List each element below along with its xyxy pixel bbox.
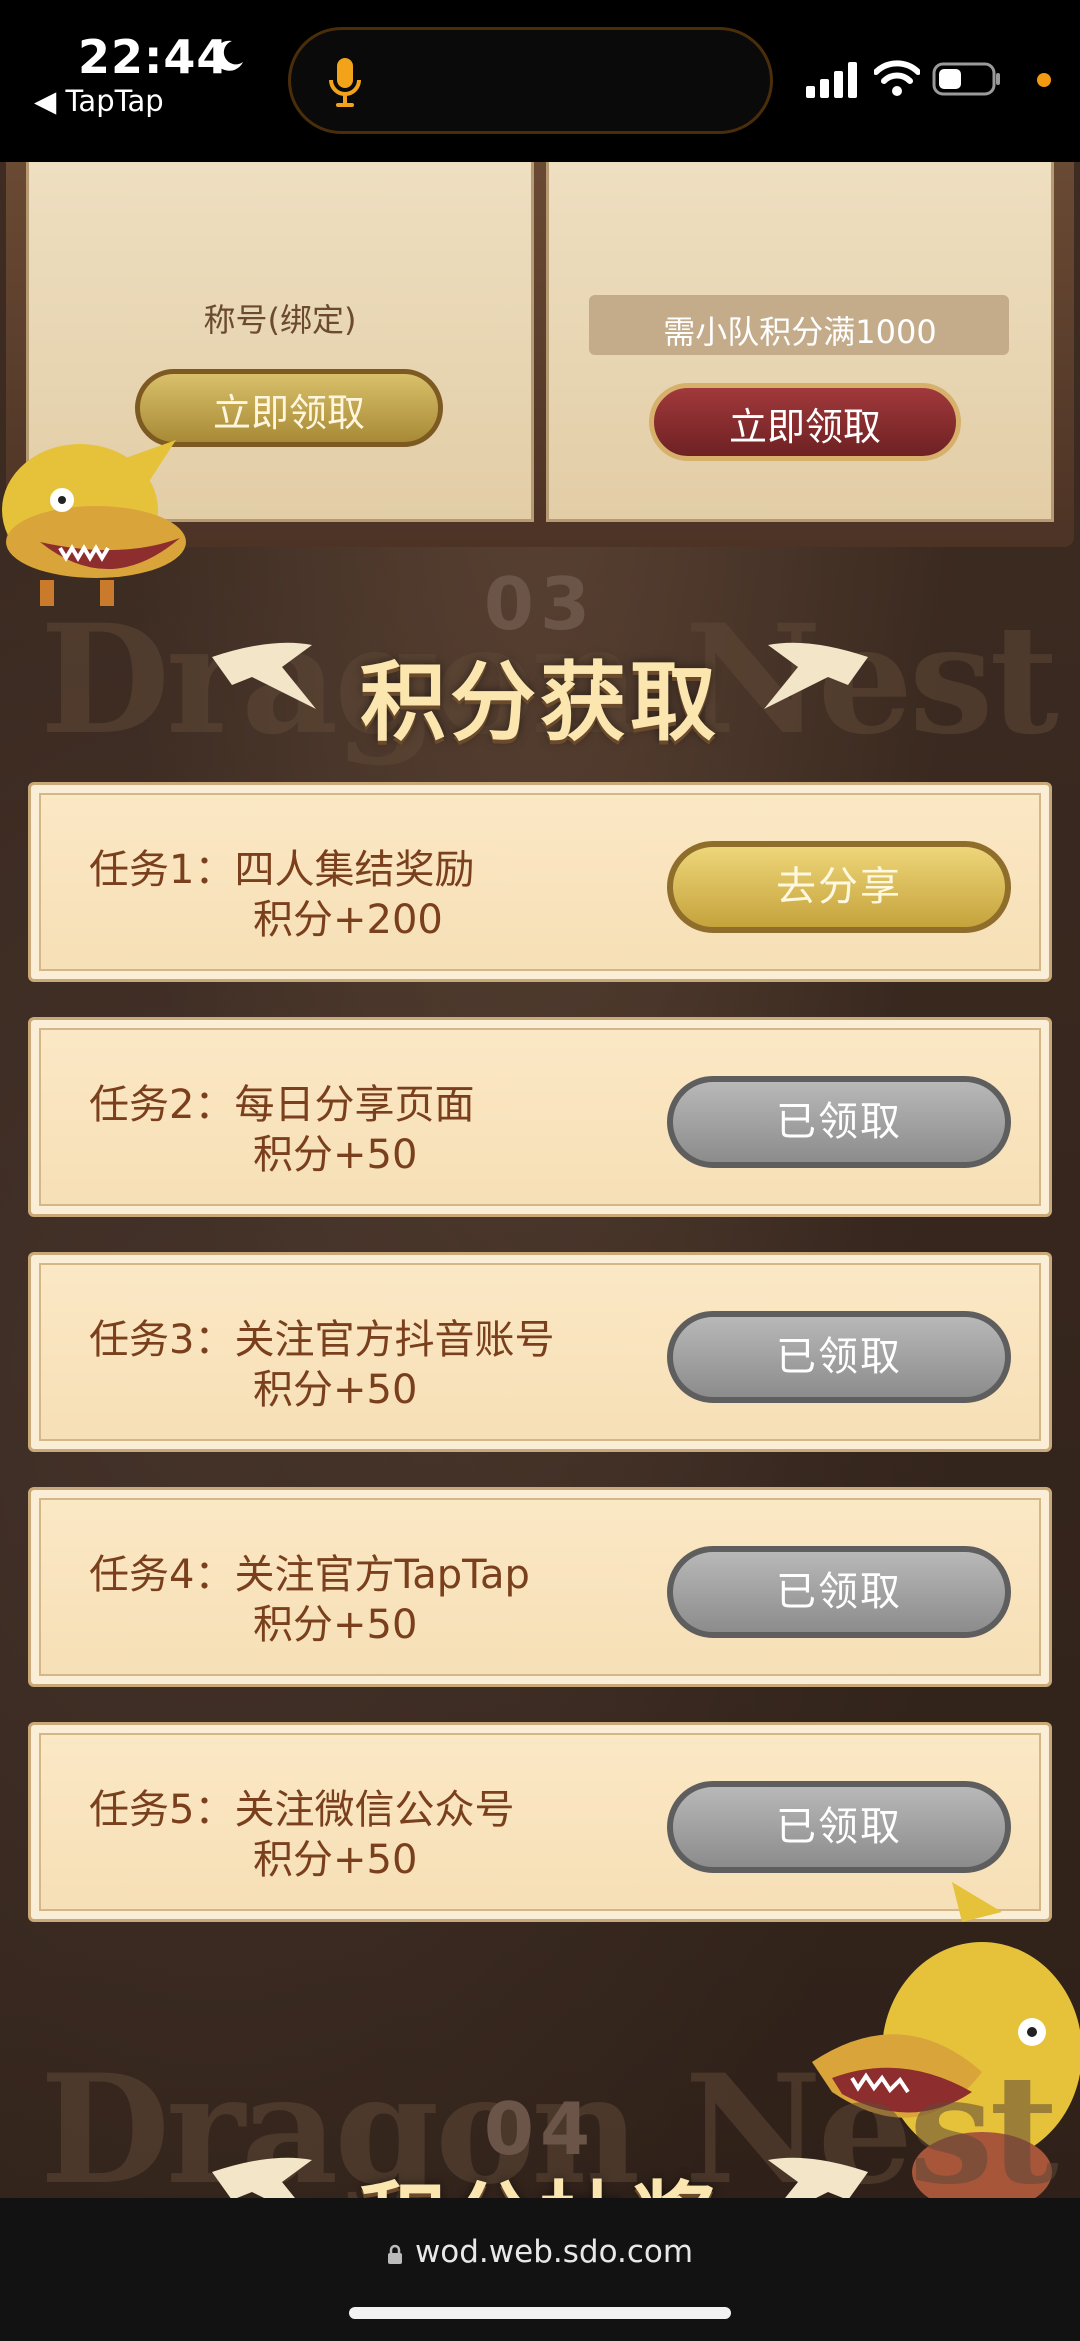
task-card-2: 任务2：每日分享页面 积分+50 已领取	[28, 1017, 1052, 1217]
task-card-1: 任务1：四人集结奖励 积分+200 去分享	[28, 782, 1052, 982]
lightning-right-icon	[768, 2157, 868, 2198]
claimed-button[interactable]: 已领取	[667, 1781, 1011, 1873]
reward-requirement: 需小队积分满1000	[663, 313, 937, 351]
claimed-button[interactable]: 已领取	[667, 1311, 1011, 1403]
back-to-app-link[interactable]: ◀ TapTap	[34, 84, 164, 118]
status-time: 22:44	[78, 30, 230, 84]
browser-url-bar[interactable]: wod.web.sdo.com	[0, 2198, 1080, 2341]
web-page[interactable]: 称号(绑定) 立即领取 需小队积分满1000 立即领取 Dragon Nest …	[0, 162, 1080, 2198]
section-title: 积分抽奖	[0, 2152, 1080, 2198]
task-points: 积分+50	[253, 1837, 418, 1883]
task-card-4: 任务4：关注官方TapTap 积分+50 已领取	[28, 1487, 1052, 1687]
section-title: 积分获取	[360, 653, 720, 753]
wifi-icon	[874, 60, 920, 96]
dynamic-island	[288, 27, 773, 134]
lock-icon	[387, 2244, 402, 2264]
share-button[interactable]: 去分享	[667, 841, 1011, 933]
task-points: 积分+50	[253, 1602, 418, 1648]
privacy-indicator-dot	[1037, 73, 1051, 87]
task-points: 积分+200	[253, 897, 443, 943]
moon-icon	[214, 40, 243, 71]
url-display[interactable]: wod.web.sdo.com	[0, 2234, 1080, 2270]
reward-card-team: 需小队积分满1000 立即领取	[546, 162, 1054, 522]
reward-caption: 称号(绑定)	[203, 301, 357, 339]
lightning-right-icon	[764, 642, 868, 709]
claimed-button[interactable]: 已领取	[667, 1076, 1011, 1168]
claim-now-button[interactable]: 立即领取	[649, 383, 961, 461]
cellular-signal-icon	[806, 62, 857, 98]
url-text: wod.web.sdo.com	[414, 2234, 694, 2270]
task-points: 积分+50	[253, 1132, 418, 1178]
status-bar: 22:44 ◀ TapTap	[0, 0, 1080, 162]
battery-icon	[932, 62, 1000, 96]
task-card-3: 任务3：关注官方抖音账号 积分+50 已领取	[28, 1252, 1052, 1452]
task-points: 积分+50	[253, 1367, 418, 1413]
claimed-button[interactable]: 已领取	[667, 1546, 1011, 1638]
microphone-icon	[329, 58, 361, 107]
home-indicator[interactable]	[349, 2307, 731, 2319]
